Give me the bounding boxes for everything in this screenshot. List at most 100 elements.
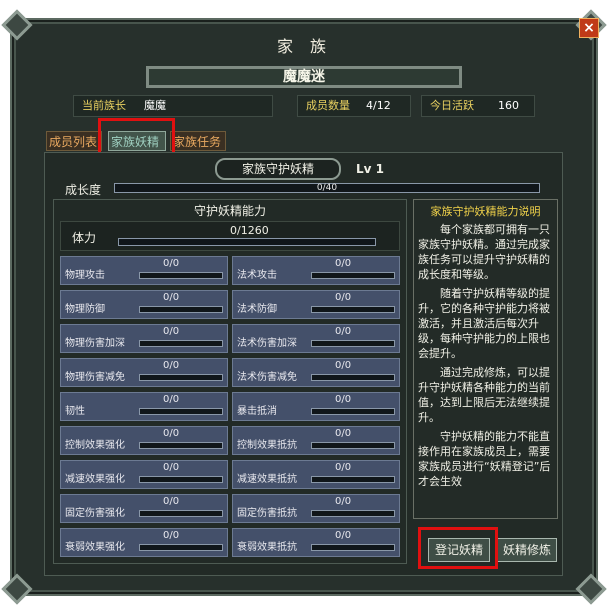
ability-bar xyxy=(139,272,223,279)
ability-value: 0/0 xyxy=(163,360,180,371)
ability-bar xyxy=(139,374,223,381)
ability-bar xyxy=(139,510,223,517)
ability-label: 法术伤害加深 xyxy=(237,338,297,349)
frame-corner-ornament xyxy=(575,573,607,605)
ability-cell: 法术伤害加深 0/0 xyxy=(232,324,400,353)
ability-label: 固定伤害强化 xyxy=(65,508,125,519)
abilities-title: 守护妖精能力 xyxy=(193,204,266,218)
ability-label: 控制效果抵抗 xyxy=(237,440,297,451)
ability-cell: 物理伤害加深 0/0 xyxy=(60,324,228,353)
activity-value: 160 xyxy=(498,99,519,112)
description-paragraph: 守护妖精的能力不能直接作用在家族成员上，需要家族成员进行“妖精登记”后才会生效 xyxy=(418,430,551,488)
ability-cell: 固定伤害强化 0/0 xyxy=(60,494,228,523)
ability-label: 物理伤害加深 xyxy=(65,338,125,349)
hp-value: 0/1260 xyxy=(230,224,269,237)
members-value: 4/12 xyxy=(366,99,391,112)
ability-bar xyxy=(139,340,223,347)
ability-bar xyxy=(311,408,395,415)
hp-bar xyxy=(118,238,376,246)
button-highlight-box xyxy=(418,527,498,569)
ability-cell: 衰弱效果强化 0/0 xyxy=(60,528,228,557)
ability-bar xyxy=(311,374,395,381)
ability-bar xyxy=(311,544,395,551)
ability-bar xyxy=(139,408,223,415)
leader-label: 当前族长 xyxy=(82,99,126,112)
ability-value: 0/0 xyxy=(163,496,180,507)
description-text: 每个家族都可拥有一只家族守护妖精。通过完成家族任务可以提升守护妖精的成长度和等级… xyxy=(418,222,556,489)
ability-bar xyxy=(139,306,223,313)
growth-bar: 0/40 xyxy=(114,183,540,193)
ability-cell: 法术攻击 0/0 xyxy=(232,256,400,285)
ability-cell: 控制效果强化 0/0 xyxy=(60,426,228,455)
ability-label: 减速效果强化 xyxy=(65,474,125,485)
ability-cell: 物理防御 0/0 xyxy=(60,290,228,319)
window-title: 家 族 xyxy=(276,37,333,56)
description-paragraph: 随着守护妖精等级的提升，它的各种守护能力将被激活，并且激活后每次升级，每种守护能… xyxy=(418,287,550,360)
activity-label: 今日活跃 xyxy=(430,99,474,112)
ability-bar xyxy=(311,476,395,483)
ability-label: 物理攻击 xyxy=(65,270,105,281)
ability-value: 0/0 xyxy=(163,258,180,269)
ability-label: 物理防御 xyxy=(65,304,105,315)
family-name: 魔魔迷 xyxy=(146,66,462,88)
leader-stat: 当前族长 魔魔 xyxy=(73,95,273,117)
spirit-level: Lv 1 xyxy=(356,162,384,176)
ability-value: 0/0 xyxy=(163,326,180,337)
ability-label: 固定伤害抵抗 xyxy=(237,508,297,519)
ability-bar xyxy=(311,340,395,347)
description-paragraph: 每个家族都可拥有一只家族守护妖精。通过完成家族任务可以提升守护妖精的成长度和等级… xyxy=(418,223,550,281)
frame-corner-ornament xyxy=(1,573,33,605)
description-paragraph: 通过完成修炼，可以提升守护妖精各种能力的当前值，达到上限后无法继续提升。 xyxy=(418,366,550,424)
ability-label: 控制效果强化 xyxy=(65,440,125,451)
ability-label: 法术防御 xyxy=(237,304,277,315)
ability-bar xyxy=(311,442,395,449)
ability-value: 0/0 xyxy=(335,258,352,269)
ability-label: 衰弱效果抵抗 xyxy=(237,542,297,553)
description-title: 家族守护妖精能力说明 xyxy=(430,205,541,218)
ability-value: 0/0 xyxy=(335,496,352,507)
ability-cell: 物理伤害减免 0/0 xyxy=(60,358,228,387)
hp-label: 体力 xyxy=(72,231,97,245)
ability-cell: 衰弱效果抵抗 0/0 xyxy=(232,528,400,557)
ability-value: 0/0 xyxy=(335,394,352,405)
ability-label: 法术攻击 xyxy=(237,270,277,281)
ability-bar xyxy=(311,272,395,279)
ability-value: 0/0 xyxy=(163,292,180,303)
ability-value: 0/0 xyxy=(163,462,180,473)
ability-label: 衰弱效果强化 xyxy=(65,542,125,553)
members-stat: 成员数量 4/12 xyxy=(297,95,411,117)
ability-value: 0/0 xyxy=(335,530,352,541)
ability-value: 0/0 xyxy=(163,530,180,541)
ability-label: 法术伤害减免 xyxy=(237,372,297,383)
growth-label: 成长度 xyxy=(65,183,102,197)
ability-value: 0/0 xyxy=(335,428,352,439)
activity-stat: 今日活跃 160 xyxy=(421,95,535,117)
ability-bar xyxy=(139,442,223,449)
ability-label: 减速效果抵抗 xyxy=(237,474,297,485)
ability-bar xyxy=(139,544,223,551)
ability-value: 0/0 xyxy=(163,394,180,405)
spirit-title: 家族守护妖精 xyxy=(215,158,341,180)
ability-value: 0/0 xyxy=(335,292,352,303)
ability-cell: 暴击抵消 0/0 xyxy=(232,392,400,421)
ability-value: 0/0 xyxy=(335,326,352,337)
leader-value: 魔魔 xyxy=(144,99,166,112)
ability-value: 0/0 xyxy=(335,462,352,473)
tab-family-quest[interactable]: 家族任务 xyxy=(170,131,226,151)
growth-text: 0/40 xyxy=(316,183,338,193)
ability-cell: 减速效果强化 0/0 xyxy=(60,460,228,489)
ability-cell: 物理攻击 0/0 xyxy=(60,256,228,285)
ability-cell: 法术伤害减免 0/0 xyxy=(232,358,400,387)
ability-label: 物理伤害减免 xyxy=(65,372,125,383)
ability-label: 韧性 xyxy=(65,406,85,417)
train-spirit-button[interactable]: 妖精修炼 xyxy=(497,538,557,562)
ability-cell: 固定伤害抵抗 0/0 xyxy=(232,494,400,523)
ability-cell: 减速效果抵抗 0/0 xyxy=(232,460,400,489)
ability-bar xyxy=(139,476,223,483)
ability-value: 0/0 xyxy=(335,360,352,371)
ability-label: 暴击抵消 xyxy=(237,406,277,417)
ability-cell: 韧性 0/0 xyxy=(60,392,228,421)
members-label: 成员数量 xyxy=(306,99,350,112)
tab-member-list[interactable]: 成员列表 xyxy=(46,131,102,151)
ability-bar xyxy=(311,510,395,517)
